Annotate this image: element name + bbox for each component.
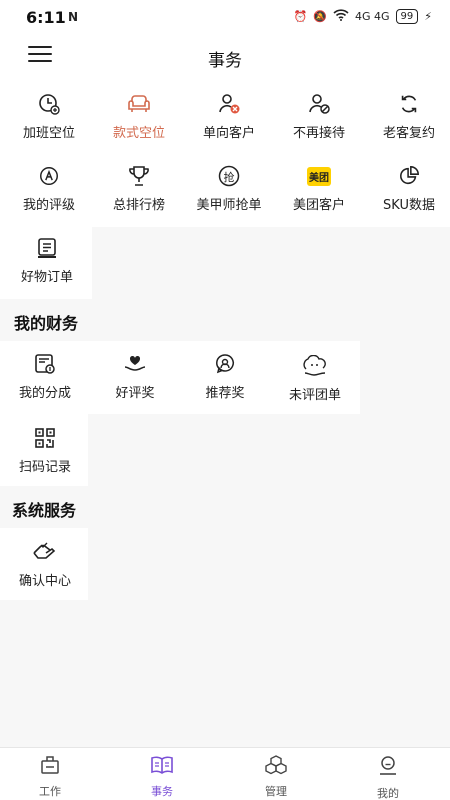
item-label: 扫码记录 — [18, 460, 71, 475]
item-style-slot[interactable]: 款式空位 — [94, 92, 184, 141]
item-unreviewed-group-order[interactable]: 未评团单 — [270, 354, 360, 403]
wifi-icon — [333, 9, 349, 24]
item-label: 美甲师抢单 — [196, 198, 262, 213]
page-title: 事务 — [208, 51, 242, 71]
grab-badge: 抢 — [223, 170, 235, 184]
tab-label: 我的 — [377, 787, 399, 800]
item-goods-order[interactable]: 好物订单 — [2, 236, 92, 285]
bottom-tab-bar: 工作 事务 管理 我的 — [0, 747, 450, 800]
item-label: 好物订单 — [20, 270, 73, 285]
item-returning-customer[interactable]: 老客复约 — [364, 92, 450, 141]
item-label: 我的分成 — [18, 386, 71, 401]
item-label: 未评团单 — [288, 388, 341, 403]
top-header: 事务 — [0, 34, 450, 84]
tab-label: 管理 — [265, 785, 287, 798]
item-label: 美团客户 — [292, 198, 345, 213]
confirm-hand-icon — [32, 540, 58, 564]
item-label: 加班空位 — [22, 126, 75, 141]
item-good-review-reward[interactable]: 好评奖 — [90, 352, 180, 401]
item-label: 推荐奖 — [205, 386, 245, 401]
item-sku-data[interactable]: SKU数据 — [364, 164, 450, 213]
item-scan-record[interactable]: 扫码记录 — [0, 426, 90, 475]
item-referral-reward[interactable]: 推荐奖 — [180, 352, 270, 401]
tab-management[interactable]: 管理 — [236, 754, 316, 799]
status-icons: ⏰ 🔕 4G 4G 99 ⚡ — [294, 9, 432, 24]
referral-icon — [212, 352, 238, 376]
item-leaderboard[interactable]: 总排行榜 — [94, 164, 184, 213]
mute-icon: 🔕 — [313, 10, 327, 23]
tab-affairs[interactable]: 事务 — [122, 754, 202, 799]
item-my-commission[interactable]: 我的分成 — [0, 352, 90, 401]
grade-a-icon — [36, 164, 62, 188]
item-label: 不再接待 — [292, 126, 345, 141]
meituan-badge: 美团 — [307, 166, 331, 186]
heart-hand-icon — [122, 352, 148, 376]
item-overtime-slot[interactable]: 加班空位 — [4, 92, 94, 141]
item-confirm-center[interactable]: 确认中心 — [0, 540, 90, 589]
item-label: 老客复约 — [382, 126, 435, 141]
item-label: 我的评级 — [22, 198, 75, 213]
item-grab-order[interactable]: 抢 美甲师抢单 — [184, 164, 274, 213]
profile-icon — [376, 754, 400, 782]
boxes-icon — [263, 754, 289, 780]
status-time: 6:11 — [26, 8, 66, 27]
battery-icon: 99 — [395, 9, 419, 24]
tab-mine[interactable]: 我的 — [348, 754, 428, 800]
section-title-finance: 我的财务 — [14, 314, 79, 333]
pie-chart-icon — [396, 164, 422, 188]
item-meituan-customer[interactable]: 美团 美团客户 — [274, 164, 364, 213]
item-label: SKU数据 — [383, 198, 435, 213]
item-no-reception[interactable]: 不再接待 — [274, 92, 364, 141]
item-my-grade[interactable]: 我的评级 — [4, 164, 94, 213]
item-label: 单向客户 — [202, 126, 255, 141]
user-ban-icon — [306, 92, 332, 116]
charging-icon: ⚡ — [424, 10, 432, 23]
item-label: 总排行榜 — [112, 198, 165, 213]
chat-bubble-icon — [302, 354, 328, 378]
work-icon — [38, 754, 62, 780]
grab-order-icon: 抢 — [216, 164, 242, 188]
nfc-icon: N — [68, 10, 79, 24]
signal-icon: 4G 4G — [354, 10, 390, 23]
meituan-icon: 美团 — [306, 164, 332, 188]
status-bar: 6:11 N ⏰ 🔕 4G 4G 99 ⚡ — [0, 0, 450, 34]
book-icon — [149, 754, 175, 780]
commission-icon — [32, 352, 58, 376]
tab-label: 工作 — [39, 785, 61, 798]
order-list-icon — [34, 236, 60, 260]
sofa-icon — [126, 92, 152, 116]
item-label: 款式空位 — [112, 126, 165, 141]
clock-plus-icon — [36, 92, 62, 116]
section-title-system: 系统服务 — [12, 501, 77, 520]
item-one-way-customer[interactable]: 单向客户 — [184, 92, 274, 141]
refresh-icon — [396, 92, 422, 116]
alarm-icon: ⏰ — [293, 10, 308, 23]
tab-label: 事务 — [151, 785, 173, 798]
trophy-icon — [126, 164, 152, 188]
item-label: 好评奖 — [115, 386, 155, 401]
tab-work[interactable]: 工作 — [10, 754, 90, 799]
user-block-icon — [216, 92, 242, 116]
qrcode-icon — [32, 426, 58, 450]
item-label: 确认中心 — [18, 574, 71, 589]
